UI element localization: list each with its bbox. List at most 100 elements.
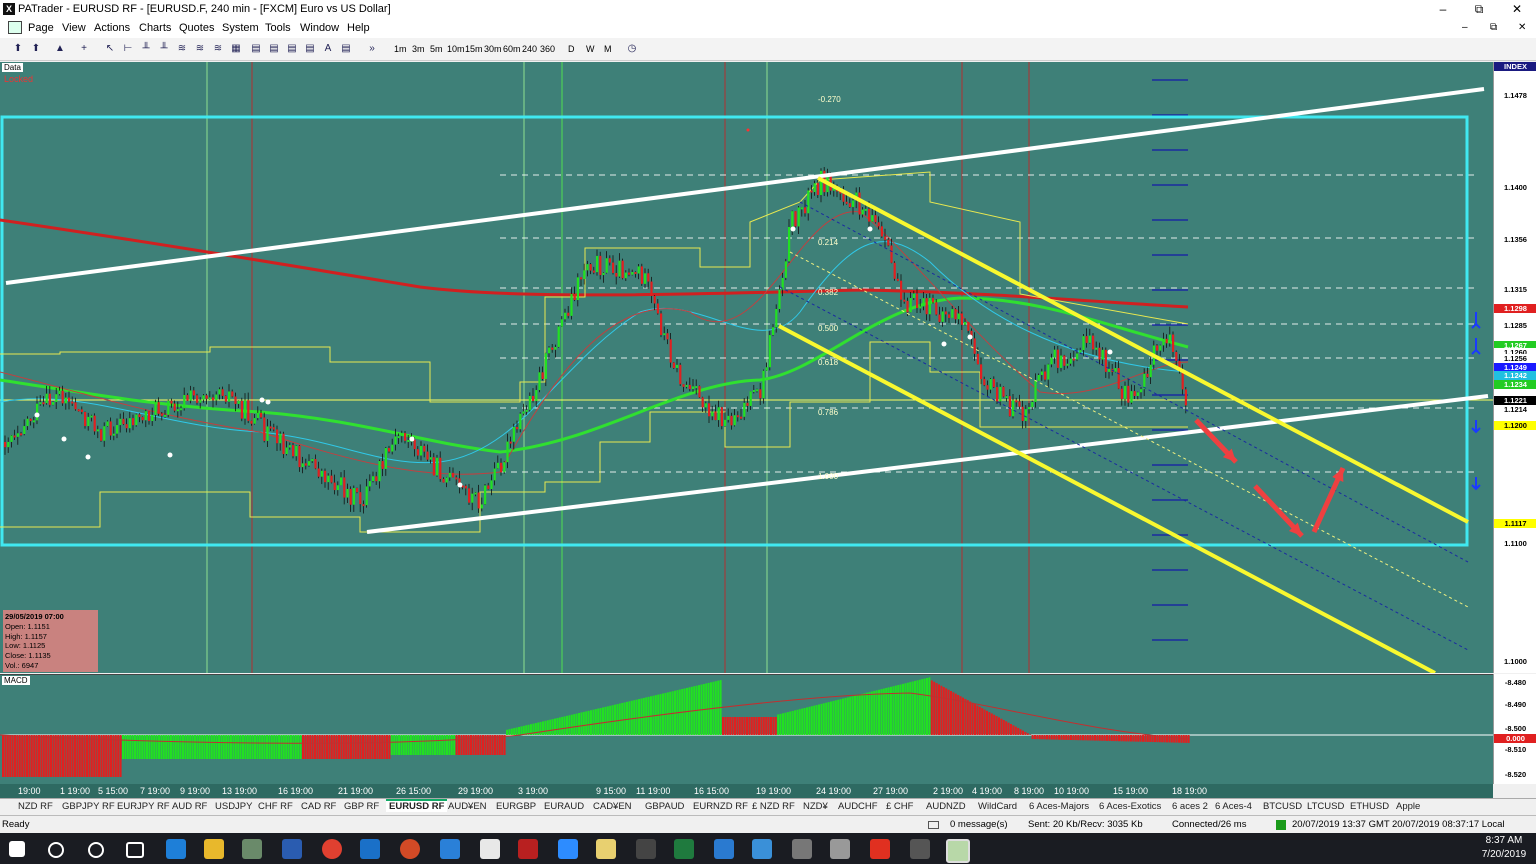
fib-tool-icon[interactable]: ▤ xyxy=(340,43,352,55)
text-tool-icon[interactable]: A xyxy=(322,43,334,55)
symbol-tab[interactable]: £ NZD RF xyxy=(752,801,795,812)
minimize-button[interactable]: – xyxy=(1424,0,1462,18)
timeframe-30m[interactable]: 30m xyxy=(484,44,502,54)
mdi-close-button[interactable]: ✕ xyxy=(1518,22,1526,33)
patrader-icon[interactable] xyxy=(242,839,262,859)
app-icon-red-s[interactable] xyxy=(870,839,890,859)
search-icon[interactable] xyxy=(48,842,64,858)
symbol-tab[interactable]: LTCUSD xyxy=(1307,801,1344,812)
symbol-tab[interactable]: GBPJPY RF xyxy=(62,801,115,812)
timeframe-15m[interactable]: 15m xyxy=(465,44,483,54)
symbol-tab[interactable]: NZD RF xyxy=(18,801,53,812)
mdi-restore-button[interactable]: ⧉ xyxy=(1490,22,1497,33)
notes-icon[interactable] xyxy=(596,839,616,859)
menu-system[interactable]: System xyxy=(222,22,259,34)
symbol-tab[interactable]: AUD RF xyxy=(172,801,207,812)
symbol-tab[interactable]: AUD¥EN xyxy=(448,801,487,812)
symbol-tab[interactable]: GBP RF xyxy=(344,801,379,812)
app-icon-active[interactable] xyxy=(946,839,970,863)
timeframe-3m[interactable]: 3m xyxy=(412,44,425,54)
symbol-tab[interactable]: WildCard xyxy=(978,801,1017,812)
timeframe-240[interactable]: 240 xyxy=(522,44,537,54)
symbol-tab[interactable]: EURAUD xyxy=(544,801,584,812)
symbol-tab[interactable]: GBPAUD xyxy=(645,801,684,812)
outlook-icon[interactable] xyxy=(360,839,380,859)
line-tool-icon[interactable]: ╨ xyxy=(140,43,152,55)
app-icon-gray[interactable] xyxy=(792,839,812,859)
mdi-minimize-button[interactable]: – xyxy=(1462,22,1468,33)
timeframe-1m[interactable]: 1m xyxy=(394,44,407,54)
symbol-tab[interactable]: 6 Aces-Majors xyxy=(1029,801,1089,812)
windows-start-icon[interactable] xyxy=(9,841,25,857)
macd-panel[interactable]: MACD xyxy=(0,674,1493,784)
symbol-tab[interactable]: NZD¥ xyxy=(803,801,828,812)
timeframe-60m[interactable]: 60m xyxy=(503,44,521,54)
app-icon-dark[interactable] xyxy=(910,839,930,859)
ninjatrader-icon[interactable] xyxy=(480,839,500,859)
chrome-icon[interactable] xyxy=(322,839,342,859)
fib-tool-icon[interactable]: ≋ xyxy=(194,43,206,55)
symbol-tab[interactable]: EURJPY RF xyxy=(117,801,170,812)
timeframe-360[interactable]: 360 xyxy=(540,44,555,54)
menu-help[interactable]: Help xyxy=(347,22,370,34)
symbol-tab[interactable]: 6 Aces-Exotics xyxy=(1099,801,1161,812)
fib-tool-icon[interactable]: ≋ xyxy=(212,43,224,55)
clock-icon[interactable]: ◷ xyxy=(626,43,638,55)
photos-icon[interactable] xyxy=(440,839,460,859)
app-icon-blue[interactable] xyxy=(752,839,772,859)
chart-icon[interactable]: ▲ xyxy=(54,43,66,55)
timeframe-10m[interactable]: 10m xyxy=(447,44,465,54)
menu-window[interactable]: Window xyxy=(300,22,339,34)
fib-tool-icon[interactable]: ▤ xyxy=(268,43,280,55)
close-button[interactable]: ✕ xyxy=(1498,0,1536,18)
menu-page[interactable]: Page xyxy=(28,22,54,34)
calculator-icon[interactable] xyxy=(636,839,656,859)
menu-view[interactable]: View xyxy=(62,22,86,34)
fib-tool-icon[interactable]: ▤ xyxy=(250,43,262,55)
draw-tool-icon[interactable]: ⬆ xyxy=(12,43,24,55)
price-scale[interactable]: INDEX 1.1478 1.1400 1.1356 1.1315 1.1298 1.12… xyxy=(1493,62,1536,673)
draw-tool-icon[interactable]: ⬆ xyxy=(30,43,42,55)
word-icon[interactable] xyxy=(282,839,302,859)
fib-tool-icon[interactable]: ▤ xyxy=(304,43,316,55)
symbol-tab[interactable]: AUDCHF xyxy=(838,801,878,812)
crosshair-icon[interactable]: + xyxy=(78,43,90,55)
period-monthly[interactable]: M xyxy=(604,44,612,54)
excel-icon[interactable] xyxy=(674,839,694,859)
line-tool-icon[interactable]: ⊢ xyxy=(122,43,134,55)
menu-charts[interactable]: Charts xyxy=(139,22,171,34)
file-explorer-icon[interactable] xyxy=(204,839,224,859)
more-tools-icon[interactable]: » xyxy=(366,43,378,55)
symbol-tab[interactable]: £ CHF xyxy=(886,801,913,812)
task-view-icon[interactable] xyxy=(126,842,144,858)
period-daily[interactable]: D xyxy=(568,44,575,54)
timeframe-5m[interactable]: 5m xyxy=(430,44,443,54)
fib-tool-icon[interactable]: ▤ xyxy=(286,43,298,55)
monitor-icon[interactable] xyxy=(714,839,734,859)
symbol-tab[interactable]: EURUSD RF xyxy=(386,799,448,812)
symbol-tab[interactable]: AUDNZD xyxy=(926,801,966,812)
symbol-tab[interactable]: CHF RF xyxy=(258,801,293,812)
symbol-tab[interactable]: ETHUSD xyxy=(1350,801,1389,812)
symbol-tab[interactable]: EURNZD RF xyxy=(693,801,748,812)
price-chart[interactable]: Data Locked -0.270 0.214 0.382 0.500 0.6… xyxy=(0,62,1493,673)
tool-icon[interactable] xyxy=(830,839,850,859)
symbol-tab[interactable]: CAD¥EN xyxy=(593,801,632,812)
fib-tool-icon[interactable]: ▦ xyxy=(230,43,242,55)
symbol-tab[interactable]: 6 aces 2 xyxy=(1172,801,1208,812)
zoom-icon[interactable] xyxy=(558,839,578,859)
cortana-icon[interactable] xyxy=(88,842,104,858)
symbol-tab[interactable]: USDJPY xyxy=(215,801,252,812)
pointer-icon[interactable]: ↖ xyxy=(104,43,116,55)
symbol-tab[interactable]: CAD RF xyxy=(301,801,336,812)
fib-tool-icon[interactable]: ≋ xyxy=(176,43,188,55)
menu-actions[interactable]: Actions xyxy=(94,22,130,34)
app-icon-red[interactable] xyxy=(518,839,538,859)
period-weekly[interactable]: W xyxy=(586,44,595,54)
symbol-tab[interactable]: BTCUSD xyxy=(1263,801,1302,812)
menu-tools[interactable]: Tools xyxy=(265,22,291,34)
symbol-tab[interactable]: Apple xyxy=(1396,801,1420,812)
powerpoint-icon[interactable] xyxy=(400,839,420,859)
restore-button[interactable]: ⧉ xyxy=(1460,0,1498,18)
symbol-tab[interactable]: 6 Aces-4 xyxy=(1215,801,1252,812)
